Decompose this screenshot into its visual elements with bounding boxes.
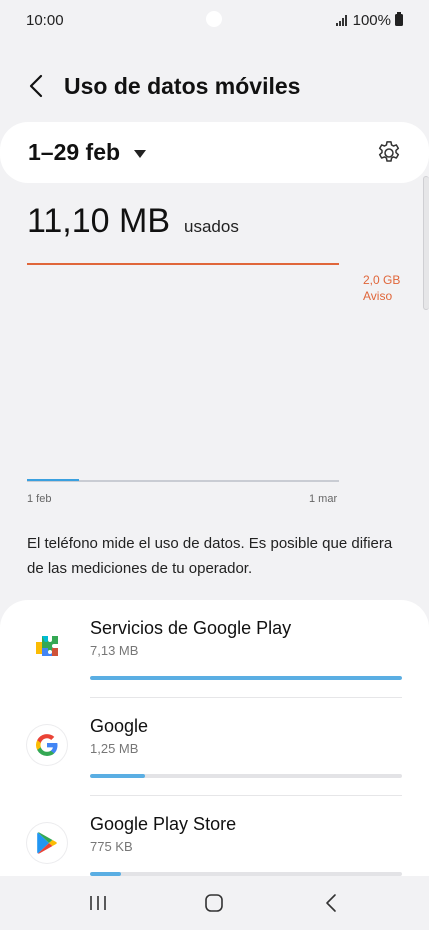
scroll-indicator[interactable] xyxy=(423,176,429,310)
status-indicators: 100% xyxy=(335,11,403,29)
app-usage-bar xyxy=(90,676,402,680)
home-button[interactable] xyxy=(194,883,234,923)
google-play-store-icon xyxy=(27,823,67,863)
app-header: Uso de datos móviles xyxy=(0,60,429,112)
caret-down-icon xyxy=(134,149,147,158)
battery-percent: 100% xyxy=(352,11,391,29)
warning-limit-label: Aviso xyxy=(363,289,393,303)
app-usage-bar xyxy=(90,774,402,778)
period-dropdown[interactable]: 1–29 feb xyxy=(28,139,147,166)
back-nav-button[interactable] xyxy=(311,883,351,923)
warning-limit-value: 2,0 GB xyxy=(363,273,401,287)
chart-end-date: 1 mar xyxy=(309,493,338,505)
app-data-size: 7,13 MB xyxy=(90,643,139,658)
chart-start-date: 1 feb xyxy=(27,493,52,505)
usage-summary: 11,10 MB usados xyxy=(27,202,239,241)
usage-amount: 11,10 MB xyxy=(27,202,171,240)
warning-limit-line xyxy=(27,263,339,265)
signal-icon xyxy=(335,14,347,26)
status-time: 10:00 xyxy=(26,11,64,29)
app-name: Servicios de Google Play xyxy=(90,618,292,638)
recents-icon xyxy=(90,896,106,910)
google-play-services-icon xyxy=(27,628,67,668)
app-name: Google Play Store xyxy=(90,814,237,834)
home-icon xyxy=(205,894,224,912)
list-item[interactable]: Servicios de Google Play 7,13 MB xyxy=(0,600,429,698)
app-data-size: 1,25 MB xyxy=(90,741,139,756)
back-button[interactable] xyxy=(26,72,46,100)
battery-icon xyxy=(395,12,403,26)
app-name: Google xyxy=(90,716,149,736)
chevron-left-icon xyxy=(29,74,43,98)
gear-icon[interactable] xyxy=(375,139,403,167)
page-title: Uso de datos móviles xyxy=(64,72,301,99)
measurement-note: El teléfono mide el uso de datos. Es pos… xyxy=(27,535,393,577)
app-usage-list: Servicios de Google Play 7,13 MB Google … xyxy=(0,600,429,890)
period-card: 1–29 feb xyxy=(0,122,429,183)
app-usage-bar-fill xyxy=(90,774,145,778)
period-label: 1–29 feb xyxy=(28,139,121,165)
system-nav-bar xyxy=(0,876,429,930)
app-usage-bar-fill xyxy=(90,676,402,680)
google-icon xyxy=(27,725,67,765)
recents-button[interactable] xyxy=(78,883,118,923)
usage-chart: 2,0 GB Aviso 1 feb 1 mar xyxy=(27,255,417,515)
list-item[interactable]: Google 1,25 MB xyxy=(0,698,429,796)
usage-trace xyxy=(27,479,79,481)
camera-cutout xyxy=(206,11,222,27)
app-data-size: 775 KB xyxy=(90,839,133,854)
usage-unit-label: usados xyxy=(184,217,239,236)
back-icon xyxy=(326,894,336,912)
